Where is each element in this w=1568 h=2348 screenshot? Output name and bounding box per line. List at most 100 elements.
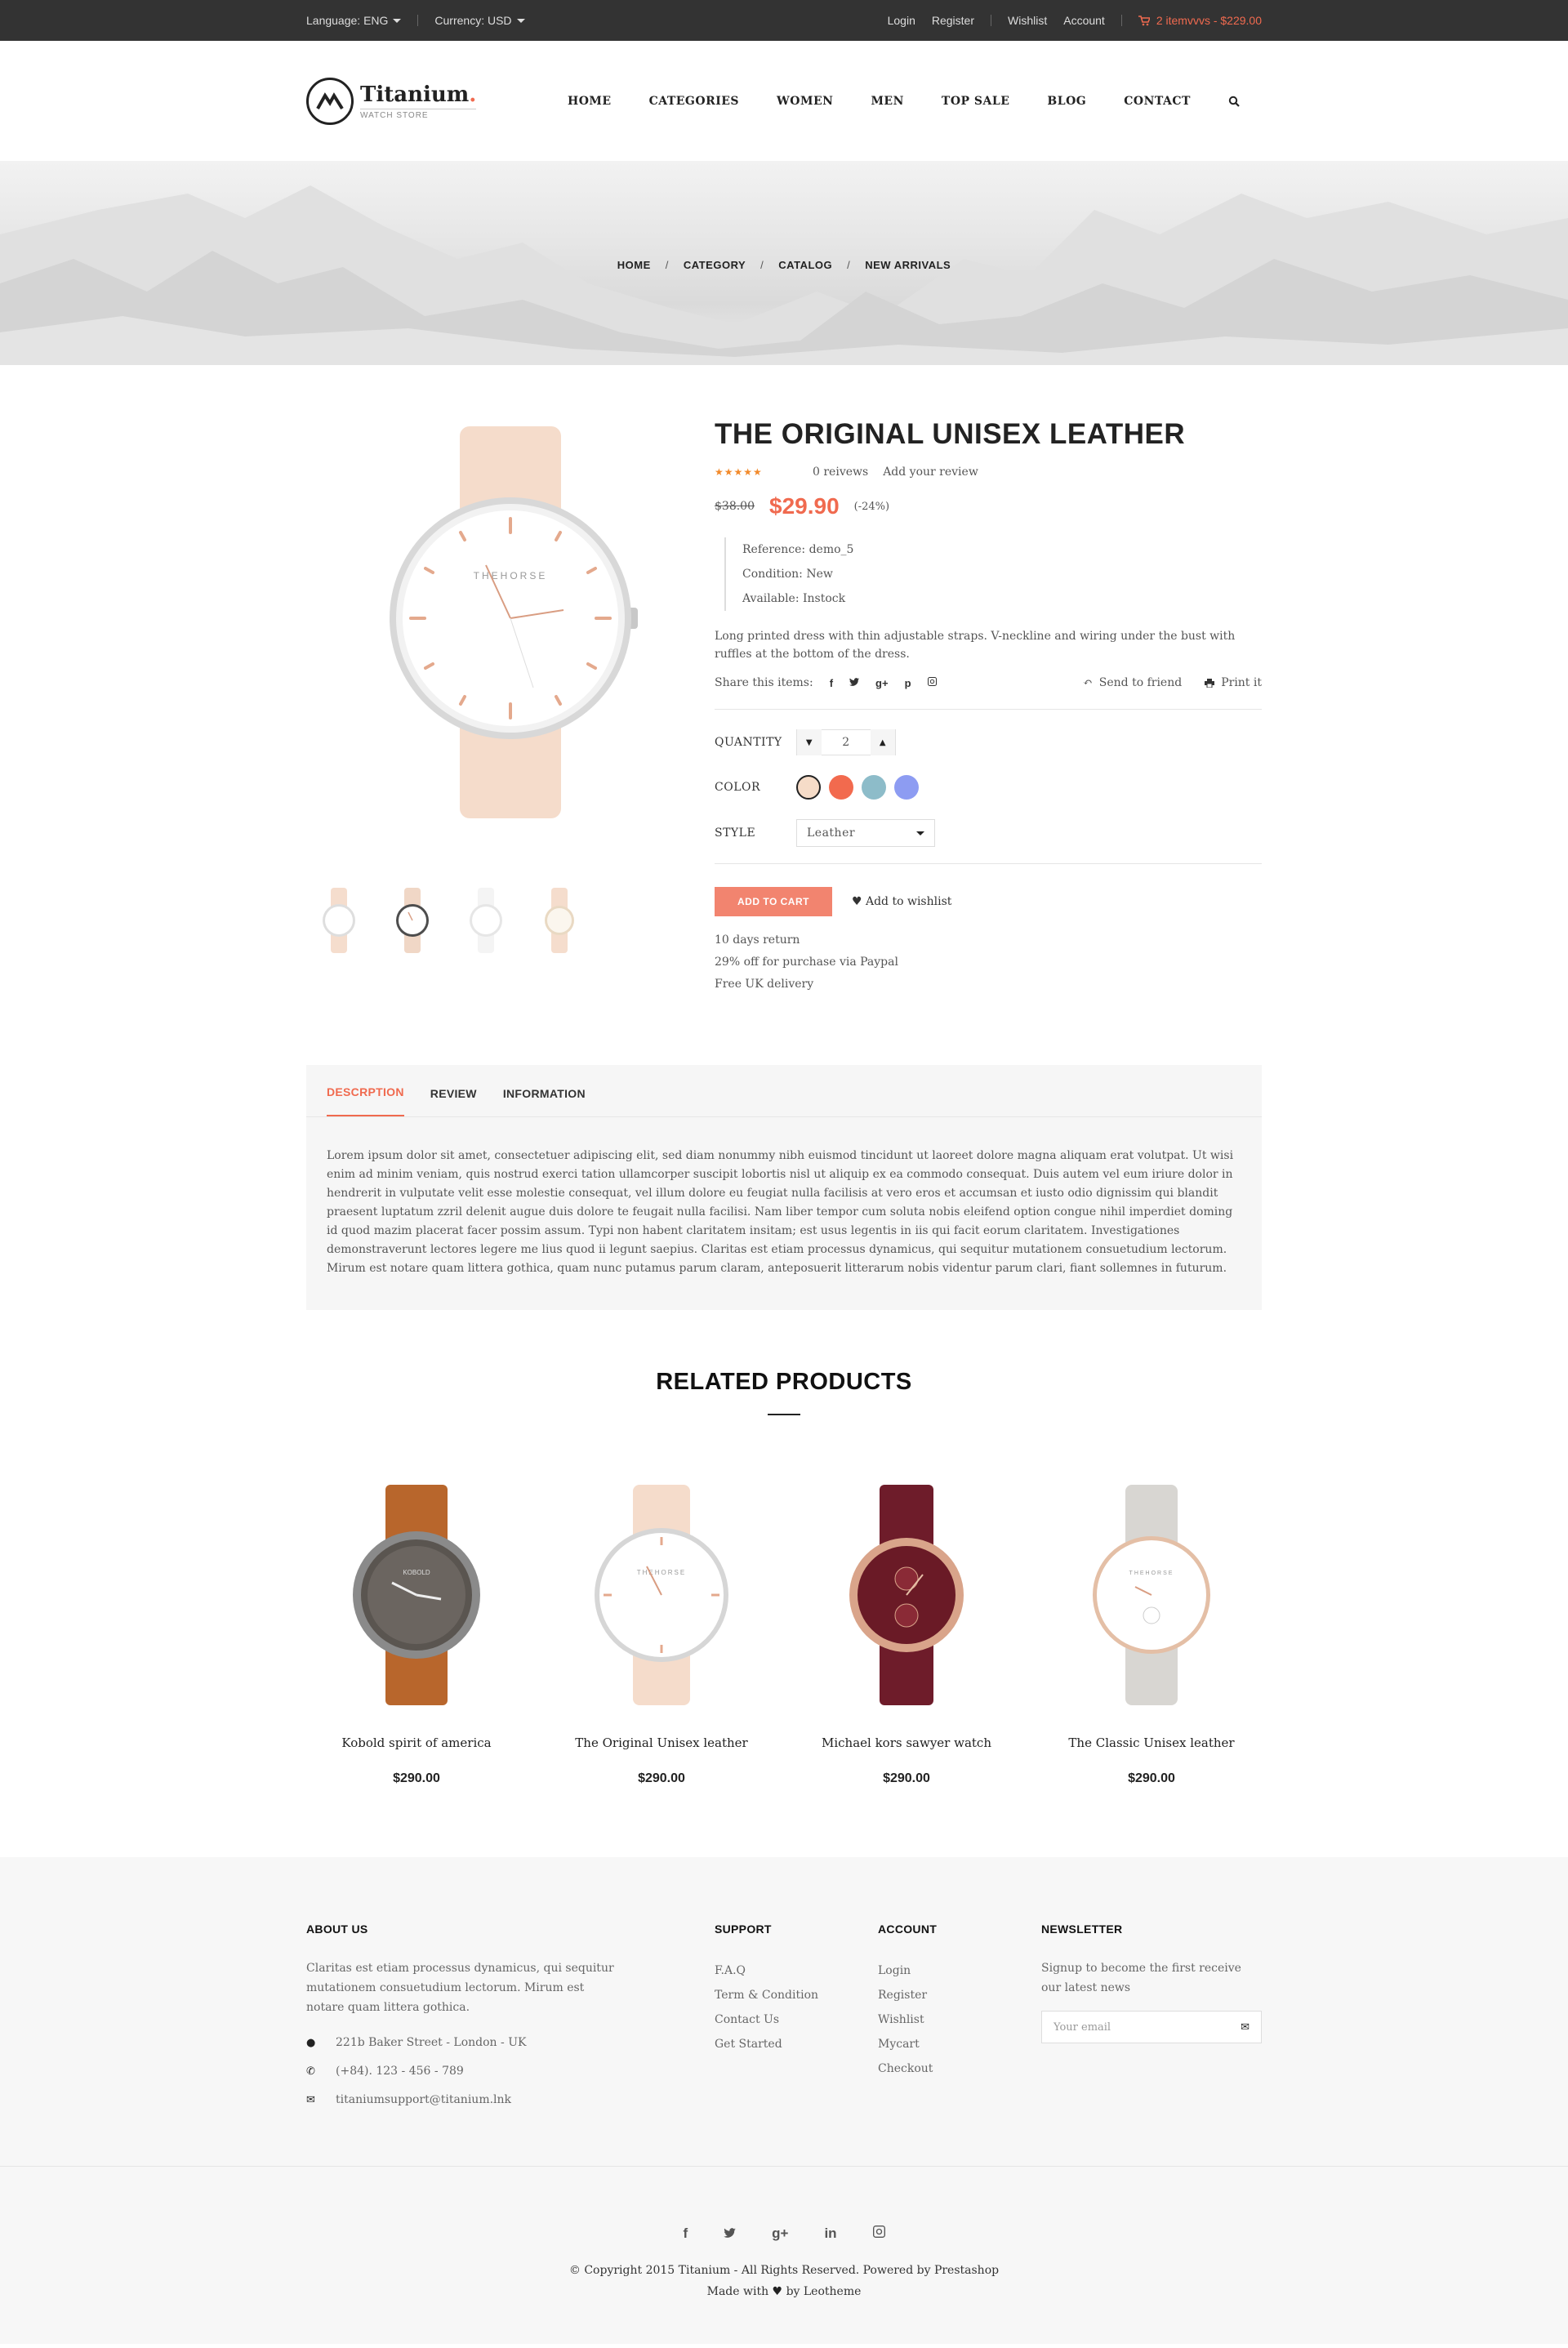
logo-subtitle: WATCH STORE [360, 108, 477, 120]
nav-contact[interactable]: CONTACT [1124, 95, 1191, 108]
color-swatch-coral[interactable] [829, 775, 853, 800]
color-swatch-peach[interactable] [796, 775, 821, 800]
made-with: Made with ♥ by Leotheme [706, 2285, 862, 2298]
footer-link[interactable]: Wishlist [878, 2013, 924, 2026]
instagram-icon[interactable] [927, 676, 937, 689]
instagram-icon[interactable] [872, 2225, 885, 2242]
breadcrumb-catalog[interactable]: CATALOG [778, 259, 832, 271]
account-link[interactable]: Account [1063, 14, 1105, 27]
product-info: THE ORIGINAL UNISEX LEATHER ★★★★★ 0 reiv… [715, 418, 1262, 1065]
print-link[interactable]: Print it [1205, 676, 1262, 689]
footer-link[interactable]: Mycart [878, 2038, 920, 2051]
product-card[interactable]: KOBOLD Kobold spirit of america $290.00 [306, 1473, 527, 1786]
product-name[interactable]: Michael kors sawyer watch [796, 1735, 1017, 1750]
register-link[interactable]: Register [932, 14, 974, 27]
envelope-icon: ✉ [306, 2094, 315, 2106]
add-to-wishlist-link[interactable]: ♥ Add to wishlist [852, 895, 951, 908]
footer-link[interactable]: Checkout [878, 2062, 933, 2075]
phone-row: ✆ (+84). 123 - 456 - 789 [306, 2057, 715, 2086]
cart-link[interactable]: 2 itemvvvs - $229.00 [1138, 14, 1262, 27]
nav-categories[interactable]: CATEGORIES [649, 95, 739, 108]
nav-top-sale[interactable]: TOP SALE [942, 95, 1010, 108]
quantity-input[interactable]: 2 [822, 736, 871, 749]
perk-item: 10 days return [715, 933, 800, 947]
decrease-button[interactable]: ▼ [797, 729, 822, 755]
facebook-icon[interactable]: f [683, 2225, 688, 2242]
svg-text:KOBOLD: KOBOLD [403, 1569, 430, 1576]
footer-support: SUPPORT F.A.Q Term & Condition Contact U… [715, 1923, 878, 2114]
product-main-image[interactable]: THEHORSE [339, 418, 682, 826]
color-row: COLOR [715, 775, 1262, 800]
color-swatch-teal[interactable] [862, 775, 886, 800]
linkedin-icon[interactable]: in [824, 2225, 836, 2242]
footer-link[interactable]: Term & Condition [715, 1989, 818, 2002]
product-name[interactable]: Kobold spirit of america [306, 1735, 527, 1750]
language-dropdown[interactable]: Language: ENG [306, 14, 402, 27]
wishlist-link[interactable]: Wishlist [1008, 14, 1047, 27]
email-input[interactable]: Your email [1054, 2021, 1111, 2034]
pinterest-icon[interactable]: p [905, 677, 911, 689]
product-image[interactable]: KOBOLD [306, 1473, 527, 1718]
color-swatch-blue[interactable] [894, 775, 919, 800]
send-to-friend-link[interactable]: ↶ Send to friend [1083, 676, 1182, 689]
thumbnail[interactable] [388, 884, 437, 957]
breadcrumb-current: NEW ARRIVALS [865, 259, 951, 271]
increase-button[interactable]: ▲ [871, 729, 895, 755]
product-name[interactable]: The Classic Unisex leather [1041, 1735, 1262, 1750]
tab-information[interactable]: INFORMATION [503, 1087, 586, 1116]
top-bar: Language: ENG Currency: USD Login Regist… [0, 0, 1568, 41]
heart-icon: ♥ [851, 895, 862, 908]
footer-link[interactable]: Contact Us [715, 2013, 779, 2026]
tab-review[interactable]: REVIEW [430, 1087, 477, 1116]
tab-content: Lorem ipsum dolor sit amet, consectetuer… [327, 1149, 1234, 1275]
product-price: $290.00 [1128, 1771, 1175, 1785]
search-icon[interactable] [1228, 96, 1240, 107]
envelope-icon[interactable]: ✉ [1241, 2021, 1250, 2034]
newsletter-form: Your email ✉ [1041, 2011, 1262, 2043]
footer-link[interactable]: Register [878, 1989, 927, 2002]
nav-men[interactable]: MEN [871, 95, 903, 108]
twitter-icon[interactable] [724, 2225, 736, 2242]
section-title: RELATED PRODUCTS [656, 1369, 912, 1395]
login-link[interactable]: Login [888, 14, 915, 27]
add-to-cart-button[interactable]: ADD TO CART [715, 887, 832, 916]
title-underline [768, 1414, 800, 1415]
nav-blog[interactable]: BLOG [1047, 95, 1086, 108]
breadcrumb-category[interactable]: CATEGORY [684, 259, 746, 271]
thumbnail[interactable] [461, 884, 510, 957]
product-card[interactable]: THEHORSE The Classic Unisex leather $290… [1041, 1473, 1262, 1786]
product-name[interactable]: The Original Unisex leather [551, 1735, 772, 1750]
product-card[interactable]: Michael kors sawyer watch $290.00 [796, 1473, 1017, 1786]
facebook-icon[interactable]: f [830, 677, 833, 689]
tab-description[interactable]: DESCRPTION [327, 1085, 404, 1116]
logo[interactable]: Titanium. WATCH STORE [306, 77, 551, 125]
nav-women[interactable]: WOMEN [777, 95, 833, 108]
thumbnail[interactable] [535, 884, 584, 957]
product-grid: KOBOLD Kobold spirit of america $290.00 … [306, 1473, 1262, 1786]
product-image[interactable] [796, 1473, 1017, 1718]
footer-account: ACCOUNT Login Register Wishlist Mycart C… [878, 1923, 1041, 2114]
twitter-icon[interactable] [849, 677, 860, 689]
breadcrumb-home[interactable]: HOME [617, 259, 651, 271]
map-marker-icon: ● [306, 2037, 316, 2049]
availability: Available: Instock [742, 592, 846, 605]
footer-link[interactable]: Get Started [715, 2038, 782, 2051]
divider [1120, 15, 1122, 26]
product-image[interactable]: THEHORSE [1041, 1473, 1262, 1718]
add-review-link[interactable]: Add your review [883, 466, 978, 479]
product-image[interactable]: THEHORSE [551, 1473, 772, 1718]
product-card[interactable]: THEHORSE The Original Unisex leather $29… [551, 1473, 772, 1786]
thumbnail[interactable] [314, 884, 363, 957]
style-select[interactable]: Leather [796, 819, 935, 847]
footer: ABOUT US Claritas est etiam processus dy… [0, 1857, 1568, 2166]
nav-home[interactable]: HOME [568, 95, 612, 108]
currency-dropdown[interactable]: Currency: USD [434, 14, 525, 27]
footer-link[interactable]: F.A.Q [715, 1964, 746, 1977]
share-label: Share this items: [715, 676, 813, 689]
style-row: STYLE Leather [715, 819, 1262, 847]
google-plus-icon[interactable]: g+ [875, 677, 889, 689]
google-plus-icon[interactable]: g+ [772, 2225, 788, 2242]
footer-link[interactable]: Login [878, 1964, 911, 1977]
phone-icon: ✆ [306, 2065, 315, 2078]
main-nav: HOME CATEGORIES WOMEN MEN TOP SALE BLOG … [568, 95, 1240, 108]
